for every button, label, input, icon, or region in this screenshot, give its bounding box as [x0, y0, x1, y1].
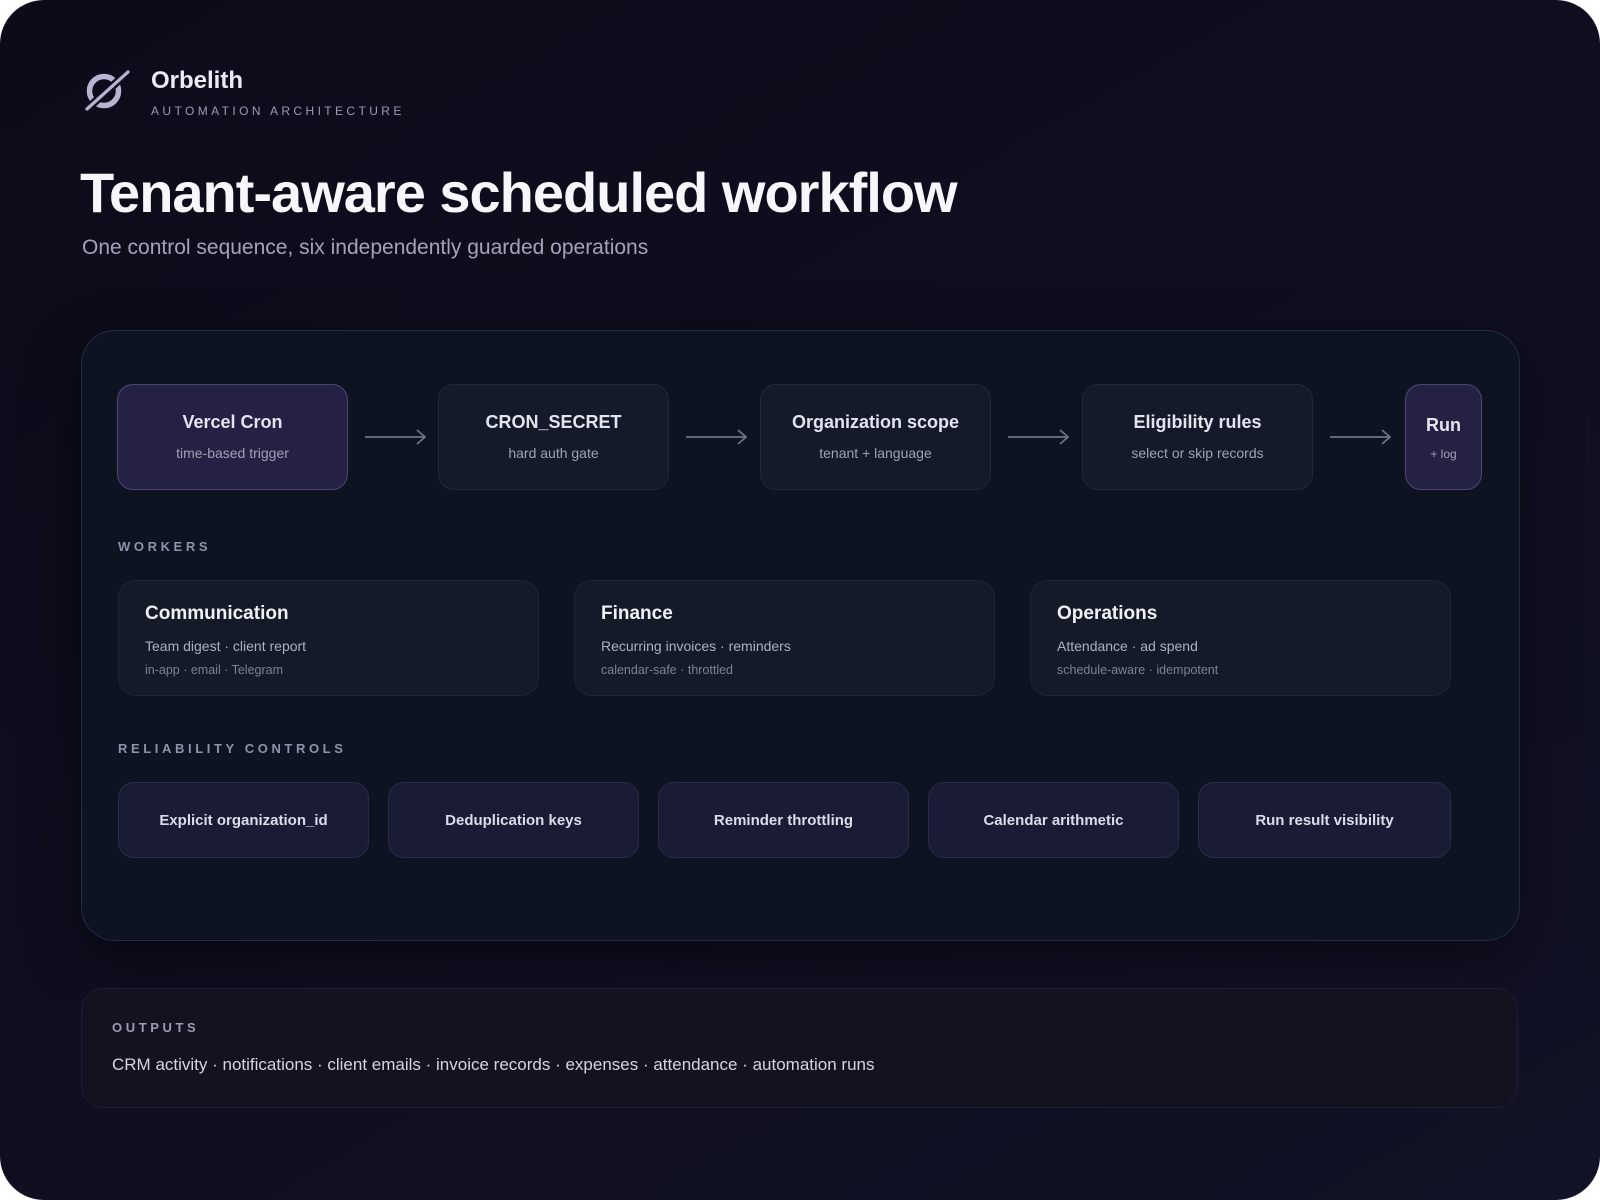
flow-step-title: Vercel Cron	[182, 412, 283, 432]
page-subtitle: One control sequence, six independently …	[82, 236, 649, 259]
flow-step-desc: + log	[1430, 447, 1457, 461]
flow-step-title: Run	[1426, 415, 1461, 435]
arrow-right-icon	[365, 429, 427, 445]
page-title: Tenant-aware scheduled workflow	[80, 161, 958, 224]
flow-step-desc: hard auth gate	[508, 445, 599, 461]
orbit-slash-icon	[83, 68, 132, 112]
worker-card-communication: Communication Team digest · client repor…	[118, 580, 539, 696]
flow-step-eligibility-rules: Eligibility rules select or skip records	[1082, 384, 1313, 490]
worker-title: Communication	[145, 603, 289, 624]
reliability-section-label: RELIABILITY CONTROLS	[118, 741, 347, 756]
arrow-right-icon	[1008, 429, 1070, 445]
flow-step-title: Eligibility rules	[1133, 412, 1262, 432]
control-deduplication-keys: Deduplication keys	[388, 782, 639, 858]
flow-step-desc: time-based trigger	[176, 445, 289, 461]
control-explicit-organization-id: Explicit organization_id	[118, 782, 369, 858]
flow-step-run: Run + log	[1405, 384, 1482, 490]
worker-details: calendar-safe · throttled	[601, 663, 734, 677]
workers-section-label: WORKERS	[118, 539, 212, 554]
flow-step-desc: tenant + language	[819, 445, 932, 461]
outputs-panel: OUTPUTS CRM activity · notifications · c…	[81, 988, 1518, 1108]
brand-header: Orbelith AUTOMATION ARCHITECTURE	[82, 66, 405, 118]
arrow-right-icon	[1330, 429, 1392, 445]
worker-title: Operations	[1057, 603, 1158, 624]
worker-tasks: Recurring invoices · reminders	[601, 638, 791, 654]
app-frame: Orbelith AUTOMATION ARCHITECTURE Tenant-…	[0, 0, 1600, 1200]
worker-details: in-app · email · Telegram	[145, 663, 284, 677]
flow-step-title: Organization scope	[791, 412, 960, 432]
outputs-section-label: OUTPUTS	[112, 1020, 200, 1035]
outputs-list: CRM activity · notifications · client em…	[112, 1055, 875, 1074]
worker-tasks: Team digest · client report	[145, 638, 307, 654]
control-run-result-visibility: Run result visibility	[1198, 782, 1451, 858]
control-calendar-arithmetic: Calendar arithmetic	[928, 782, 1179, 858]
flow-step-cron-secret: CRON_SECRET hard auth gate	[438, 384, 669, 490]
control-reminder-throttling: Reminder throttling	[658, 782, 909, 858]
flow-step-organization-scope: Organization scope tenant + language	[760, 384, 991, 490]
worker-details: schedule-aware · idempotent	[1057, 663, 1219, 677]
flow-step-desc: select or skip records	[1131, 445, 1264, 461]
worker-tasks: Attendance · ad spend	[1057, 638, 1198, 654]
brand-name: Orbelith	[151, 67, 244, 94]
worker-title: Finance	[601, 603, 673, 624]
flow-step-title: CRON_SECRET	[485, 412, 622, 432]
flow-step-vercel-cron: Vercel Cron time-based trigger	[117, 384, 348, 490]
worker-card-operations: Operations Attendance · ad spend schedul…	[1030, 580, 1451, 696]
brand-subtitle: AUTOMATION ARCHITECTURE	[151, 104, 405, 118]
worker-card-finance: Finance Recurring invoices · reminders c…	[574, 580, 995, 696]
arrow-right-icon	[686, 429, 748, 445]
